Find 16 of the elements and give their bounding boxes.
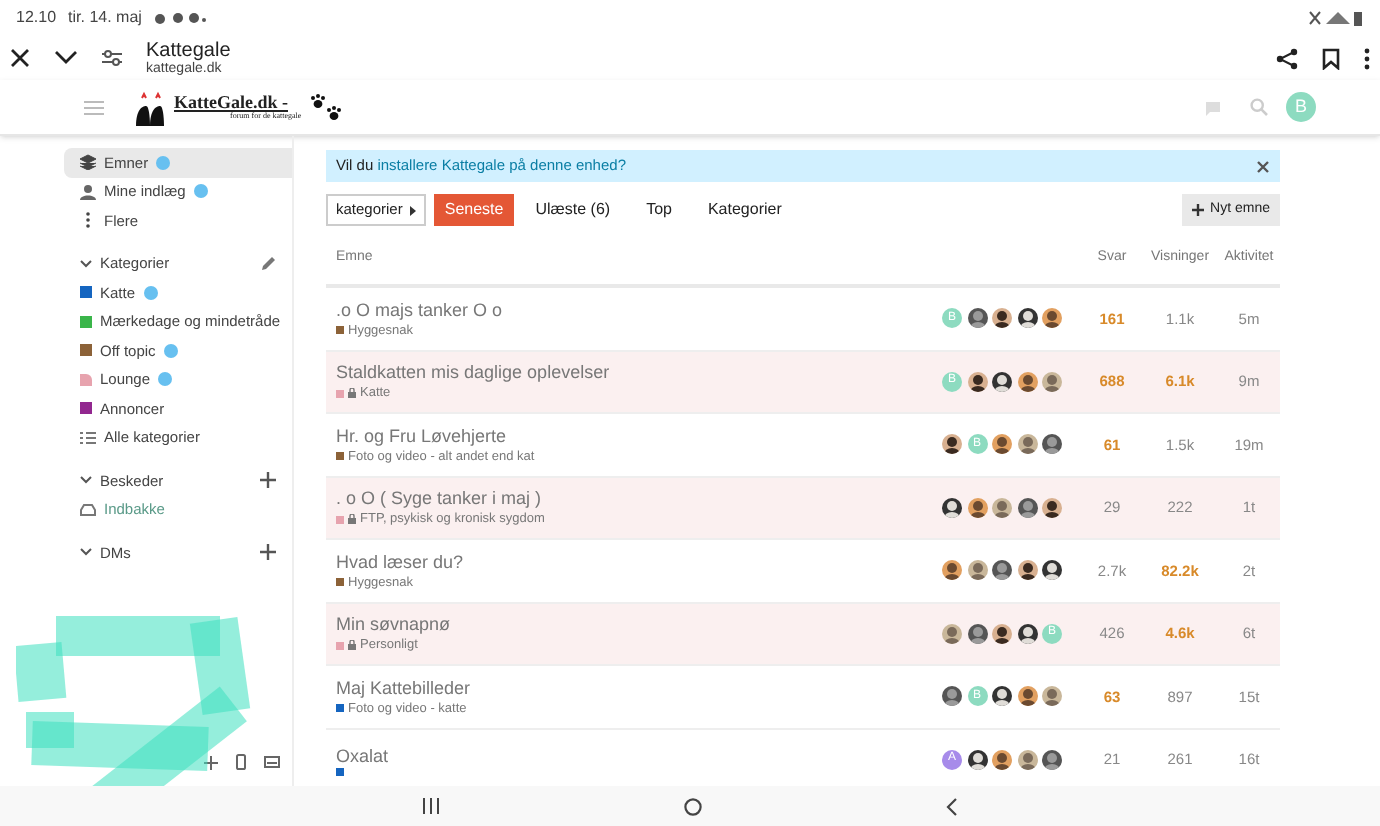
page-title: Kattegale — [146, 39, 231, 62]
topic-title[interactable]: Maj Kattebilleder — [336, 675, 942, 700]
logo-title: KatteGale.dk - — [174, 94, 290, 112]
topic-title[interactable]: Hr. og Fru Løvehjerte — [336, 423, 942, 448]
nav-tab[interactable]: Ulæste (6) — [525, 194, 621, 226]
nav-tab[interactable]: Kategorier — [697, 194, 792, 226]
topic-title[interactable]: .o O majs tanker O o — [336, 297, 942, 322]
nav-tab[interactable]: Top — [636, 194, 682, 226]
nav-tab[interactable]: Seneste — [434, 194, 514, 226]
topic-title[interactable]: . o O ( Syge tanker i maj ) — [336, 486, 942, 511]
status-date: tir. 14. maj — [68, 6, 142, 30]
status-time: 12.10 — [16, 6, 57, 30]
topic-title[interactable]: Hvad læser du? — [336, 549, 942, 574]
topic-title[interactable]: Staldkatten mis daglige oplevelser — [336, 360, 942, 385]
topic-title[interactable]: Min søvnapnø — [336, 612, 942, 637]
topic-title[interactable]: Oxalat — [336, 743, 942, 768]
